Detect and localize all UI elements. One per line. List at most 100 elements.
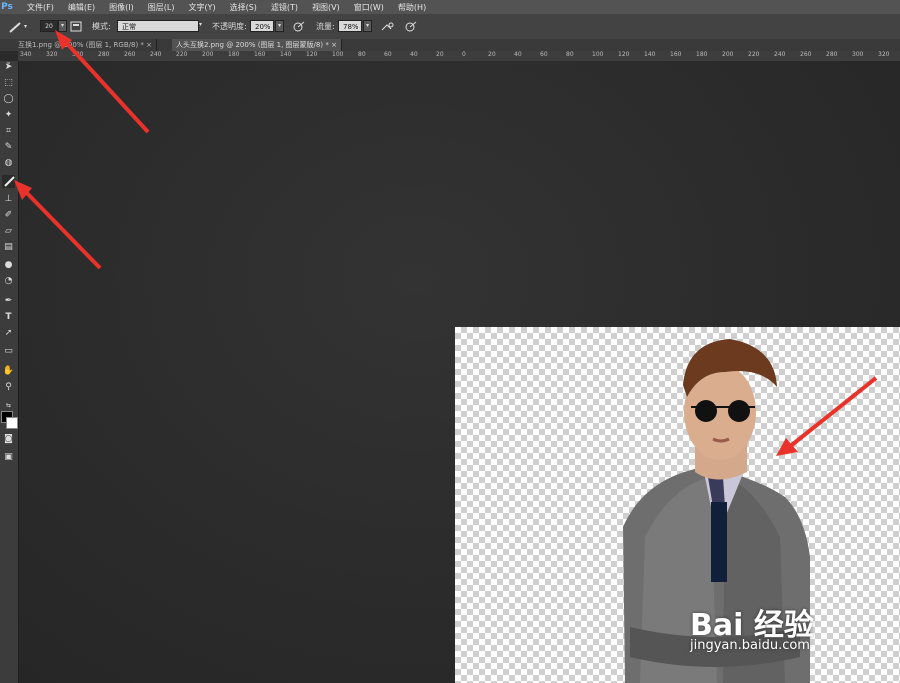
- ruler-tick-label: 220: [748, 51, 760, 58]
- airbrush-icon[interactable]: [380, 20, 394, 33]
- ruler-tick-label: 280: [98, 51, 110, 58]
- marquee-tool-icon[interactable]: ⬚: [2, 77, 15, 90]
- menu-edit[interactable]: 编辑(E): [61, 2, 102, 13]
- menu-filter[interactable]: 滤镜(T): [264, 2, 305, 13]
- baidu-watermark-url: jingyan.baidu.com: [690, 638, 810, 653]
- crop-tool-icon[interactable]: ⌗: [2, 125, 15, 138]
- ruler-tick-label: 80: [358, 51, 366, 58]
- tools-panel: » ➤ ⬚ ◯ ✦ ⌗ ✎ ◍ ⊥ ✐ ▱ ▤ ● ◔ ✒ T ➚ ▭ ✋ ⚲ …: [0, 60, 19, 683]
- ruler-tick-label: 260: [800, 51, 812, 58]
- ruler-tick-label: 180: [228, 51, 240, 58]
- mode-label: 模式:: [92, 22, 111, 31]
- menu-bar: Ps 文件(F) 编辑(E) 图像(I) 图层(L) 文字(Y) 选择(S) 滤…: [0, 0, 900, 14]
- ruler-tick-label: 160: [670, 51, 682, 58]
- flow-label: 流量:: [316, 22, 335, 31]
- mode-value: 正常: [122, 23, 136, 31]
- person-cutout-image: [623, 339, 810, 683]
- ruler-tick-label: 220: [176, 51, 188, 58]
- mode-select[interactable]: 正常: [117, 20, 199, 32]
- ruler-tick-label: 140: [280, 51, 292, 58]
- pressure-size-icon[interactable]: [404, 20, 417, 33]
- blur-tool-icon[interactable]: ●: [2, 259, 15, 272]
- hand-tool-icon[interactable]: ✋: [2, 365, 15, 378]
- menu-image[interactable]: 图像(I): [102, 2, 141, 13]
- document-image-transparent-layer[interactable]: [455, 327, 900, 683]
- eyedropper-tool-icon[interactable]: ✎: [2, 141, 15, 154]
- tab-document-2-label: 人头互换2.png @ 200% (图层 1, 图层蒙版/8) *: [176, 41, 329, 49]
- gradient-tool-icon[interactable]: ▤: [2, 241, 15, 254]
- photoshop-logo: Ps: [1, 2, 13, 12]
- flow-value: 78%: [343, 23, 359, 31]
- tab-document-1[interactable]: 互换1.png @ 200% (图层 1, RGB/8) * ×: [14, 39, 158, 51]
- magic-wand-tool-icon[interactable]: ✦: [2, 109, 15, 122]
- opacity-label: 不透明度:: [212, 22, 247, 31]
- background-color-swatch[interactable]: [6, 417, 18, 429]
- move-tool-icon[interactable]: ➤: [2, 61, 15, 74]
- ruler-tick-label: 0: [462, 51, 466, 58]
- pen-tool-icon[interactable]: ✒: [2, 295, 15, 308]
- ruler-tick-label: 60: [540, 51, 548, 58]
- ruler-tick-label: 160: [254, 51, 266, 58]
- quick-mask-icon[interactable]: ◙: [2, 433, 15, 446]
- options-bar: ▾ 20 ▾ 模式: 正常 ▾ 不透明度: 20% ▾ 流量: 78% ▾: [0, 14, 900, 40]
- ruler-tick-label: 280: [826, 51, 838, 58]
- menu-select[interactable]: 选择(S): [223, 2, 264, 13]
- ruler-tick-label: 240: [774, 51, 786, 58]
- menu-help[interactable]: 帮助(H): [391, 2, 433, 13]
- ruler-tick-label: 320: [46, 51, 58, 58]
- tool-preset-chevron-icon[interactable]: ▾: [24, 20, 27, 33]
- ruler-tick-label: 300: [72, 51, 84, 58]
- ruler-tick-label: 20: [488, 51, 496, 58]
- menu-view[interactable]: 视图(V): [305, 2, 347, 13]
- brush-size-preview[interactable]: 20: [40, 20, 58, 32]
- opacity-slider-toggle[interactable]: ▾: [275, 20, 284, 32]
- tab-close-icon[interactable]: ×: [146, 41, 152, 49]
- ruler-tick-label: 200: [722, 51, 734, 58]
- tab-document-2[interactable]: 人头互换2.png @ 200% (图层 1, 图层蒙版/8) * ×: [172, 39, 342, 51]
- ruler-tick-label: 260: [124, 51, 136, 58]
- ruler-tick-label: 40: [410, 51, 418, 58]
- lasso-tool-icon[interactable]: ◯: [2, 93, 15, 106]
- history-brush-tool-icon[interactable]: ✐: [2, 209, 15, 222]
- brush-panel-toggle-icon[interactable]: [70, 20, 82, 33]
- brush-tool-icon[interactable]: [2, 175, 15, 188]
- ruler-tick-label: 200: [202, 51, 214, 58]
- ruler-tick-label: 100: [592, 51, 604, 58]
- type-tool-icon[interactable]: T: [2, 311, 15, 324]
- eraser-tool-icon[interactable]: ▱: [2, 225, 15, 238]
- menu-file[interactable]: 文件(F): [20, 2, 61, 13]
- ruler-tick-label: 120: [306, 51, 318, 58]
- ruler-tick-label: 120: [618, 51, 630, 58]
- zoom-tool-icon[interactable]: ⚲: [2, 381, 15, 394]
- healing-brush-tool-icon[interactable]: ◍: [2, 157, 15, 170]
- clone-stamp-tool-icon[interactable]: ⊥: [2, 193, 15, 206]
- tab-document-1-label: 互换1.png @ 200% (图层 1, RGB/8) *: [18, 41, 144, 49]
- flow-slider-toggle[interactable]: ▾: [363, 20, 372, 32]
- ruler-tick-label: 240: [150, 51, 162, 58]
- flow-input[interactable]: 78%: [338, 20, 362, 32]
- ruler-tick-label: 320: [878, 51, 890, 58]
- brush-size-value: 20: [45, 23, 53, 30]
- menu-type[interactable]: 文字(Y): [181, 2, 222, 13]
- pressure-opacity-icon[interactable]: [292, 20, 305, 33]
- menu-window[interactable]: 窗口(W): [347, 2, 391, 13]
- shape-tool-icon[interactable]: ▭: [2, 345, 15, 358]
- tab-close-icon[interactable]: ×: [331, 41, 337, 49]
- ruler-tick-label: 40: [514, 51, 522, 58]
- ruler-tick-label: 60: [384, 51, 392, 58]
- ruler-tick-label: 100: [332, 51, 344, 58]
- dodge-tool-icon[interactable]: ◔: [2, 275, 15, 288]
- document-tabs: 互换1.png @ 200% (图层 1, RGB/8) * × 人头互换2.p…: [0, 39, 900, 51]
- ruler-tick-label: 180: [696, 51, 708, 58]
- path-selection-tool-icon[interactable]: ➚: [2, 327, 15, 340]
- brush-picker-chevron-icon[interactable]: ▾: [58, 20, 67, 32]
- ruler-tick-label: 20: [436, 51, 444, 58]
- menu-layer[interactable]: 图层(L): [141, 2, 182, 13]
- brush-tool-icon[interactable]: [8, 20, 22, 33]
- opacity-input[interactable]: 20%: [250, 20, 274, 32]
- ruler-tick-label: 340: [20, 51, 32, 58]
- screen-mode-icon[interactable]: ▣: [2, 451, 15, 464]
- ruler-tick-label: 80: [566, 51, 574, 58]
- mode-chevron-icon: ▾: [198, 21, 202, 28]
- opacity-value: 20%: [255, 23, 271, 31]
